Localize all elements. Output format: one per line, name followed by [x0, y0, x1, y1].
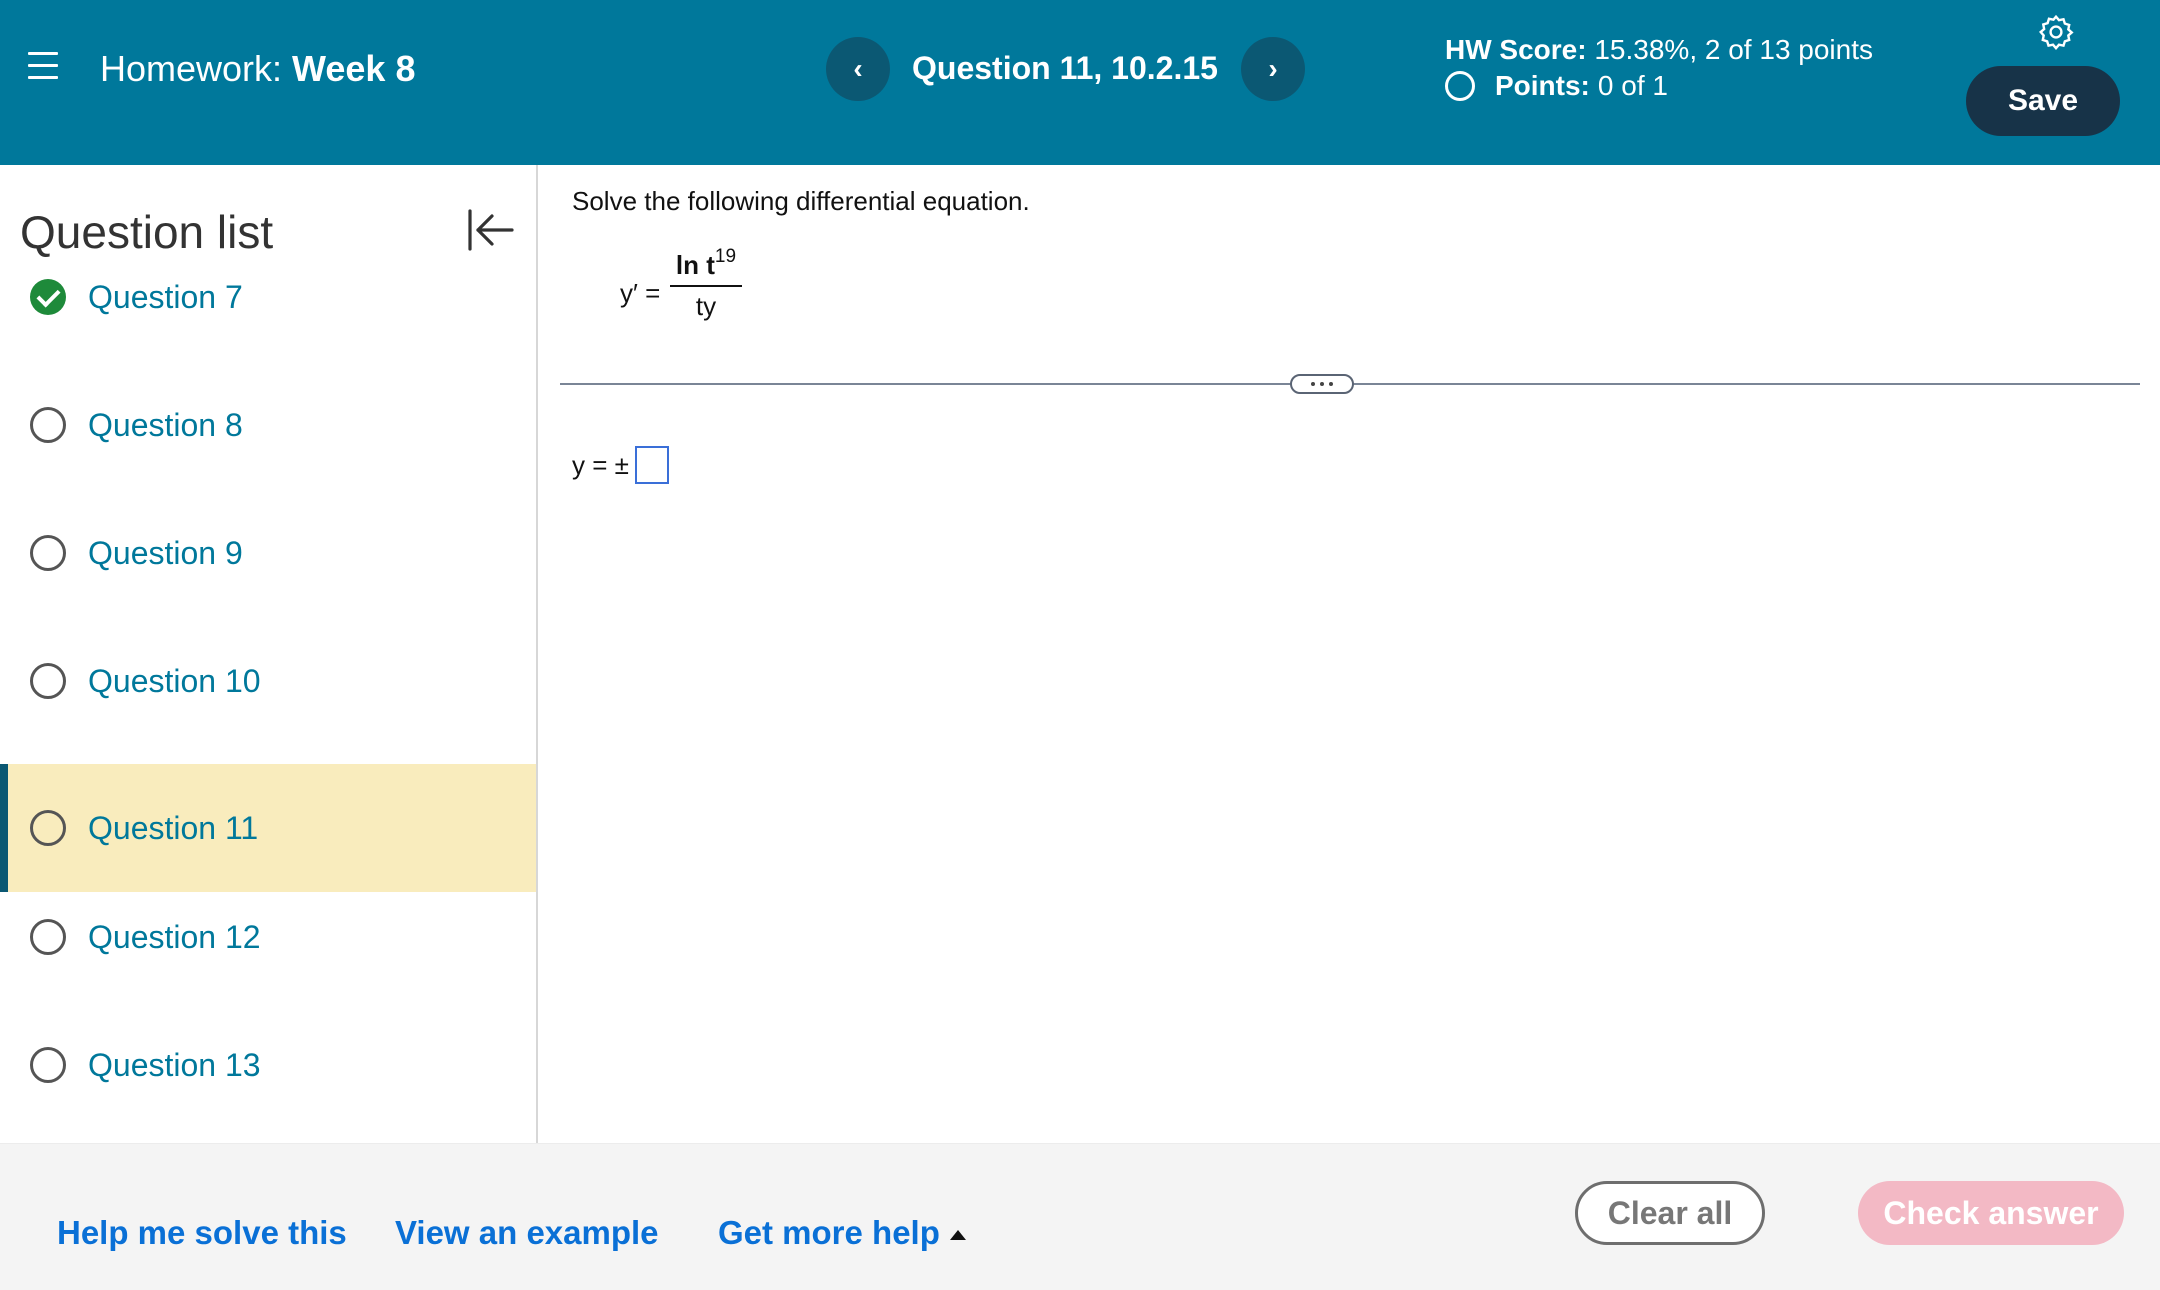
- points-label: Points:: [1495, 70, 1590, 101]
- help-me-solve-this-link[interactable]: Help me solve this: [57, 1214, 347, 1252]
- equation-lhs: y′ =: [620, 278, 661, 308]
- question-label: Question 12: [88, 918, 261, 955]
- question-label: Question 7: [88, 278, 243, 315]
- ellipsis-icon[interactable]: [1290, 374, 1354, 394]
- hamburger-menu-icon[interactable]: [28, 52, 58, 80]
- clear-all-button[interactable]: Clear all: [1575, 1181, 1765, 1245]
- empty-circle-icon: [30, 535, 66, 571]
- homework-name: Week 8: [292, 48, 416, 89]
- answer-prefix: y = ±: [572, 449, 629, 480]
- chevron-left-icon: ‹: [853, 53, 863, 84]
- question-label: Question 10: [88, 662, 261, 699]
- points-value: 0 of 1: [1597, 70, 1668, 101]
- hw-score: HW Score: 15.38%, 2 of 13 points: [1445, 34, 1873, 66]
- next-question-button[interactable]: ›: [1241, 37, 1305, 101]
- question-list-item-8[interactable]: Question 8: [0, 361, 536, 489]
- fraction-numerator: ln t19: [670, 246, 742, 281]
- check-answer-button[interactable]: Check answer: [1858, 1181, 2124, 1245]
- empty-circle-icon: [30, 407, 66, 443]
- numerator-exponent: 19: [714, 246, 737, 267]
- get-more-help-label: Get more help: [718, 1214, 940, 1251]
- question-list-item-12[interactable]: Question 12: [0, 873, 536, 1001]
- bottom-toolbar: Help me solve this View an example Get m…: [0, 1143, 2160, 1290]
- top-bar: Homework: Week 8 ‹ Question 11, 10.2.15 ›…: [0, 0, 2160, 165]
- hw-score-value: 15.38%, 2 of 13 points: [1594, 34, 1874, 65]
- question-label: Question 8: [88, 406, 243, 443]
- question-list-item-10[interactable]: Question 10: [0, 617, 536, 745]
- check-circle-icon: [30, 279, 66, 315]
- previous-question-button[interactable]: ‹: [826, 37, 890, 101]
- empty-circle-icon: [30, 1047, 66, 1083]
- question-list-item-9[interactable]: Question 9: [0, 489, 536, 617]
- fraction-denominator: ty: [695, 291, 717, 321]
- question-label: Question 11: [88, 809, 259, 846]
- homework-title: Homework: Week 8: [100, 48, 415, 90]
- answer-input[interactable]: [634, 446, 669, 484]
- fraction-bar: [670, 285, 742, 287]
- answer-row: y = ±: [572, 446, 669, 484]
- homework-title-prefix: Homework:: [100, 48, 283, 89]
- question-label: Question 9: [88, 534, 243, 571]
- save-button[interactable]: Save: [1966, 66, 2120, 136]
- question-list-panel: Question list Question 7 Question 8 Ques…: [0, 165, 538, 1143]
- equation-fraction: ln t19 ty: [670, 246, 742, 322]
- empty-circle-icon: [30, 663, 66, 699]
- question-label: Question 13: [88, 1046, 261, 1083]
- empty-circle-icon: [30, 810, 66, 846]
- question-points: Points: 0 of 1: [1445, 70, 1668, 102]
- numerator-base: ln t: [675, 250, 715, 280]
- points-status-icon: [1445, 71, 1475, 101]
- gear-icon[interactable]: [2038, 14, 2074, 50]
- empty-circle-icon: [30, 919, 66, 955]
- hw-score-label: HW Score:: [1445, 34, 1587, 65]
- view-an-example-link[interactable]: View an example: [395, 1214, 659, 1252]
- question-list-item-7[interactable]: Question 7: [0, 233, 536, 361]
- question-list-item-13[interactable]: Question 13: [0, 1001, 536, 1129]
- question-title: Question 11, 10.2.15: [912, 50, 1218, 86]
- get-more-help-link[interactable]: Get more help: [718, 1214, 966, 1252]
- question-instructions: Solve the following differential equatio…: [572, 186, 1030, 216]
- chevron-right-icon: ›: [1268, 53, 1278, 84]
- caret-up-icon: [949, 1230, 966, 1240]
